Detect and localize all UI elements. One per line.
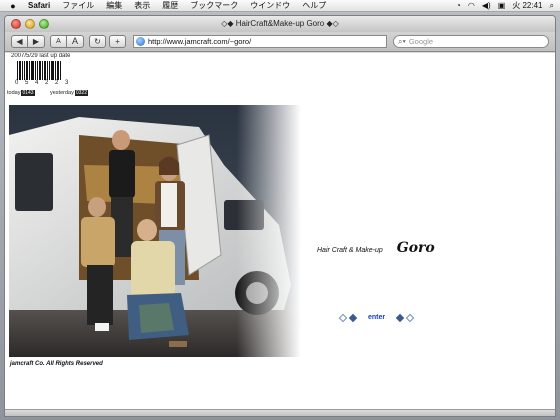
search-placeholder: Google [408, 37, 434, 46]
yesterday-label: yesterday [50, 90, 74, 96]
browser-toolbar: ◀ ▶ A A ↻ + http://www.jamcraft.com/~gor… [5, 32, 555, 52]
menu-help[interactable]: ヘルプ [302, 0, 326, 12]
photo-fade-overlay [9, 105, 301, 357]
volume-icon[interactable]: ◀) [482, 0, 491, 12]
menu-bookmarks[interactable]: ブックマーク [190, 0, 238, 12]
today-label: today [7, 90, 21, 96]
enter-link[interactable]: enter [368, 314, 385, 321]
window-title: ◇◆ HairCraft&Make-up Goro ◆◇ [221, 19, 339, 28]
menu-file[interactable]: ファイル [62, 0, 94, 12]
brand-subtitle: Hair Craft & Make-up [317, 247, 383, 254]
brand-logo: Hair Craft & Make-up Goro [317, 240, 435, 256]
copyright-text: jamcraft Co. All Rights Reserved [10, 361, 103, 367]
text-smaller-button[interactable]: A [50, 35, 67, 48]
text-size-buttons: A A [50, 35, 84, 48]
nav-buttons: ◀ ▶ [11, 35, 45, 48]
menu-history[interactable]: 履歴 [162, 0, 178, 12]
diamond-outline-icon [405, 313, 415, 322]
search-field[interactable]: ⌕▾ Google [393, 35, 549, 48]
spotlight-icon[interactable]: ⌕ [550, 0, 554, 12]
forward-button[interactable]: ▶ [28, 35, 45, 48]
address-bar[interactable]: http://www.jamcraft.com/~goro/ [133, 35, 387, 48]
address-text: http://www.jamcraft.com/~goro/ [148, 37, 252, 46]
zoom-button[interactable] [39, 19, 49, 29]
menu-bar: ● Safari ファイル 編集 表示 履歴 ブックマーク ウインドウ ヘルプ … [0, 0, 560, 12]
title-bar: ◇◆ HairCraft&Make-up Goro ◆◇ [5, 16, 555, 32]
menu-extras: ◔ ◠ ◀) ▣ 火 22:41 ⌕ [449, 0, 554, 12]
today-counter: today 0143 [7, 90, 35, 96]
add-bookmark-button[interactable]: + [109, 35, 126, 48]
diamond-outline-icon [338, 313, 348, 322]
barcode-counter-image [17, 61, 61, 80]
brand-name: Goro [396, 240, 435, 256]
last-update-text: 2007/5/29 last up date [11, 53, 71, 59]
menu-window[interactable]: ウインドウ [250, 0, 290, 12]
site-globe-icon [136, 37, 145, 46]
yesterday-counter: yesterday 0322 [50, 90, 88, 96]
status-bar [5, 409, 555, 416]
search-icon: ⌕▾ [398, 36, 406, 46]
minimize-button[interactable] [25, 19, 35, 29]
yesterday-count: 0322 [74, 90, 88, 96]
today-count: 0143 [21, 90, 35, 96]
menu-app-name[interactable]: Safari [28, 0, 50, 12]
reload-button[interactable]: ↻ [89, 35, 106, 48]
web-page: 2007/5/29 last up date 0 5 4 2 2 3 today… [5, 53, 555, 411]
menu-clock[interactable]: 火 22:41 [512, 0, 542, 12]
wifi-icon[interactable]: ◠ [468, 0, 475, 12]
close-button[interactable] [11, 19, 21, 29]
diamond-solid-icon [348, 313, 358, 322]
barcode-number: 0 5 4 2 2 3 [15, 80, 71, 86]
back-button[interactable]: ◀ [11, 35, 28, 48]
window-controls [11, 19, 53, 29]
group-photo [9, 105, 301, 357]
menu-edit[interactable]: 編集 [106, 0, 122, 12]
time-machine-icon[interactable]: ◔ [456, 0, 461, 12]
diamond-solid-icon [395, 313, 405, 322]
flag-icon[interactable]: ▣ [498, 0, 506, 12]
text-bigger-button[interactable]: A [67, 35, 84, 48]
menu-view[interactable]: 表示 [134, 0, 150, 12]
enter-navigation: enter [338, 313, 415, 322]
browser-window: ◇◆ HairCraft&Make-up Goro ◆◇ ◀ ▶ A A ↻ +… [4, 15, 556, 417]
apple-menu-icon[interactable]: ● [8, 0, 18, 12]
